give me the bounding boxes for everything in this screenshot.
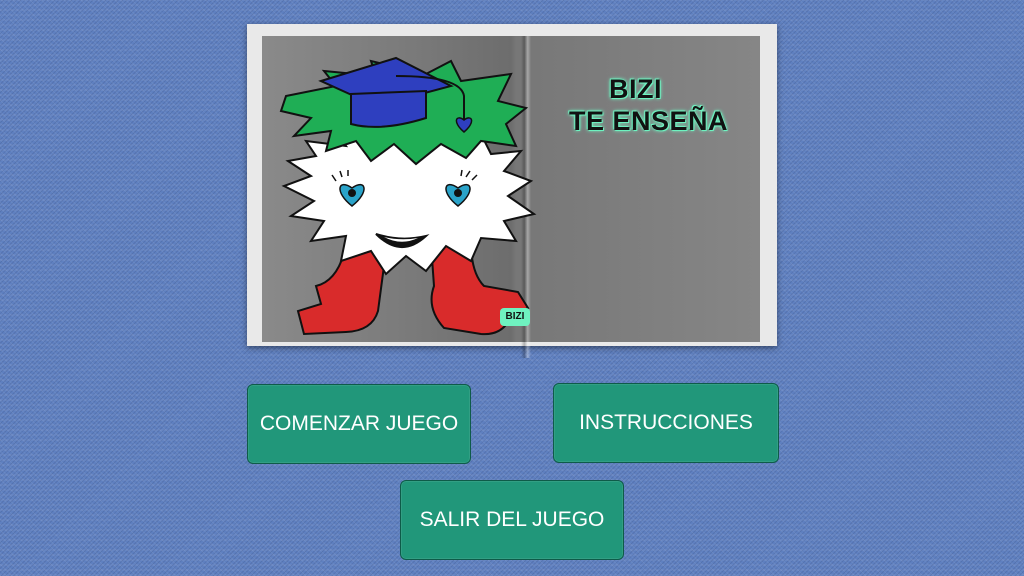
exit-game-button[interactable]: SALIR DEL JUEGO bbox=[400, 480, 624, 560]
hat-base bbox=[350, 89, 427, 128]
book-pages: BIZI TE ENSEÑA BIZI bbox=[262, 36, 760, 358]
bizi-mascot bbox=[279, 56, 537, 336]
bizi-badge: BIZI bbox=[500, 308, 530, 326]
start-game-button[interactable]: COMENZAR JUEGO bbox=[247, 384, 471, 464]
book-title-line-2: TE ENSEÑA bbox=[569, 106, 729, 136]
instructions-button[interactable]: INSTRUCCIONES bbox=[553, 383, 779, 463]
book-title-line-1: BIZI bbox=[609, 74, 662, 104]
storybook-illustration: BIZI TE ENSEÑA BIZI bbox=[247, 24, 777, 358]
